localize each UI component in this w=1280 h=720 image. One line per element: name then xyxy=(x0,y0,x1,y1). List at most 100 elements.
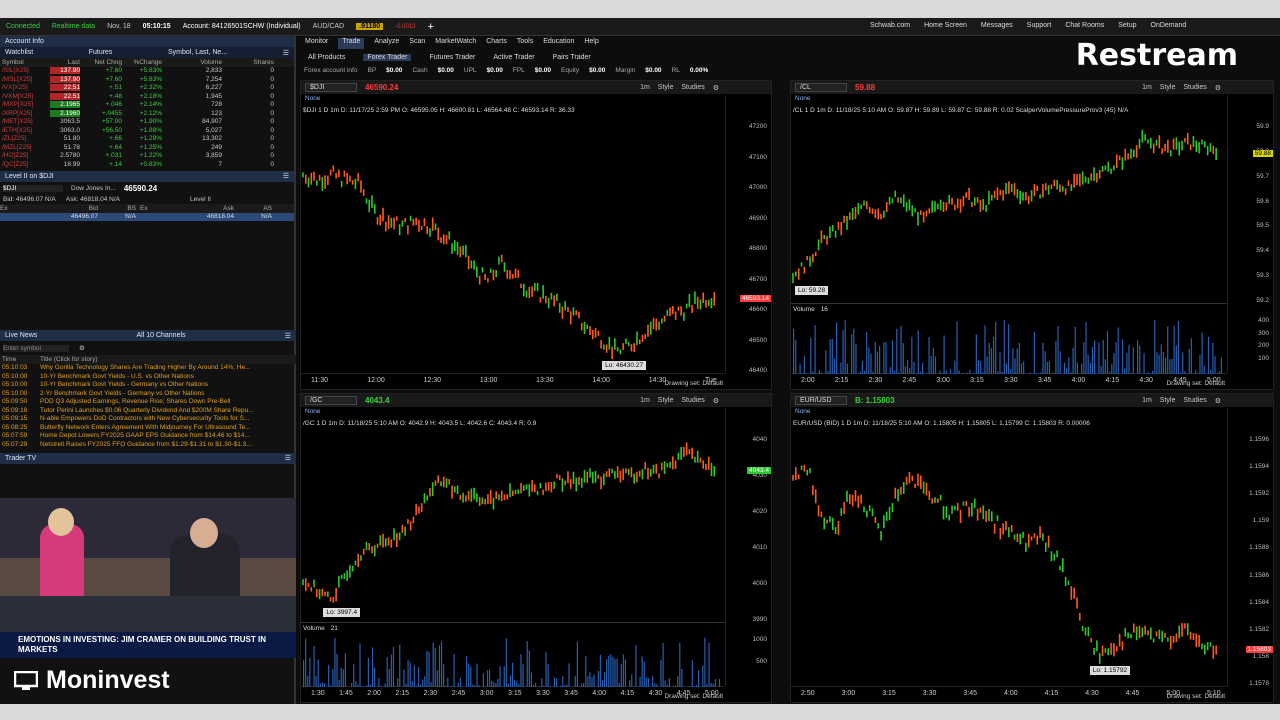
chart-symbol-input[interactable]: /CL xyxy=(795,83,847,92)
gear-icon[interactable]: ⚙ xyxy=(1215,84,1221,92)
watchlist-col-header[interactable]: Last xyxy=(50,59,80,66)
studies-button[interactable]: Studies xyxy=(1183,84,1206,91)
news-channels[interactable]: All 10 Channels xyxy=(136,332,185,339)
news-item[interactable]: 05:07:59 Home Depot Lowers FY2025 GAAP EP… xyxy=(0,432,296,441)
main-tab[interactable]: Analyze xyxy=(374,38,399,49)
watchlist-row[interactable]: /XRP[X25] 2.1960 +.0455 +2.12% 123 0 xyxy=(0,109,294,118)
interval-button[interactable]: 1m xyxy=(640,84,650,91)
sub-tab[interactable]: Active Trader xyxy=(493,54,534,61)
chart-cl[interactable]: /CL 59.88 1m Style Studies ⚙ None/CL 1 D 1m D:… xyxy=(790,80,1274,390)
trader-tv-header[interactable]: Trader TV ☰ xyxy=(0,452,296,464)
menu-icon[interactable]: ☰ xyxy=(283,49,289,57)
watchlist-col-header[interactable]: Net Chng xyxy=(80,59,122,66)
watchlist-row[interactable]: /VX[X25] 22.51 +.51 +2.32% 6,227 0 xyxy=(0,84,294,93)
watchlist-header[interactable]: Watchlist Futures Symbol, Last, Ne... ☰ xyxy=(0,47,294,58)
watchlist-filter[interactable]: Symbol, Last, Ne... xyxy=(168,49,227,56)
sub-tab[interactable]: Forex Trader xyxy=(363,53,412,61)
top-link[interactable]: Setup xyxy=(1118,22,1136,29)
top-link[interactable]: OnDemand xyxy=(1151,22,1187,29)
gear-icon[interactable]: ⚙ xyxy=(713,84,719,92)
main-tab[interactable]: Charts xyxy=(486,38,507,49)
watchlist-col-header[interactable]: Volume xyxy=(162,59,222,66)
main-tab[interactable]: MarketWatch xyxy=(435,38,476,49)
chart-dji[interactable]: $DJI 46590.24 1m Style Studies ⚙ None $DJI 1 D … xyxy=(300,80,772,390)
volume-panel[interactable]: Volume 21 xyxy=(301,622,725,687)
menu-icon[interactable]: ☰ xyxy=(283,172,289,180)
main-tab[interactable]: Scan xyxy=(409,38,425,49)
chart-symbol-input[interactable]: EUR/USD xyxy=(795,396,847,405)
style-button[interactable]: Style xyxy=(658,84,674,91)
time-axis[interactable]: 1:30 1:45 2:00 2:15 2:30 2:45 3:00 3:15 3:30 3:45… xyxy=(301,686,725,702)
watchlist-col-header[interactable]: %Change xyxy=(122,59,162,66)
watchlist-col-header[interactable]: Shares xyxy=(222,59,274,66)
watchlist-row[interactable]: /MXP[X25] 2.1965 +.046 +2.14% 728 0 xyxy=(0,101,294,110)
menu-icon[interactable]: ☰ xyxy=(285,332,291,340)
main-tab[interactable]: Tools xyxy=(517,38,533,49)
link-none[interactable]: None xyxy=(305,408,321,415)
price-axis[interactable]: 47200 47100 47000 46900 46800 46700 46600 46500… xyxy=(725,95,771,374)
style-button[interactable]: Style xyxy=(1160,397,1176,404)
menu-icon[interactable]: ☰ xyxy=(285,454,291,462)
news-item[interactable]: 05:10:00 10-Yr Benchmark Govt Yields - U.… xyxy=(0,372,296,381)
main-tab[interactable]: Monitor xyxy=(305,38,328,49)
news-symbol-input[interactable]: Enter symbol xyxy=(3,344,69,352)
account-label[interactable]: Account: 84126501SCHW (Individual) xyxy=(183,23,301,30)
price-plot[interactable] xyxy=(791,434,1227,686)
news-item[interactable]: 05:10:00 2-Yr Benchmark Govt Yields - Ger… xyxy=(0,389,296,398)
watchlist-list[interactable]: Futures xyxy=(89,49,113,56)
add-icon[interactable]: + xyxy=(428,21,434,33)
watchlist-row[interactable]: /SIL[X25] 137.90 +7.60 +5.83% 2,833 0 xyxy=(0,67,294,76)
watchlist-row[interactable]: /ZL[Z25] 51.80 +.66 +1.29% 13,302 0 xyxy=(0,135,294,144)
main-tab[interactable]: Education xyxy=(543,38,574,49)
watchlist-row[interactable]: /MSL[X25] 137.90 +7.60 +5.83% 7,254 0 xyxy=(0,75,294,84)
style-button[interactable]: Style xyxy=(658,397,674,404)
watchlist-row[interactable]: /QC[Z25] 16.99 +.14 +0.83% 7 0 xyxy=(0,160,294,169)
price-plot[interactable] xyxy=(301,121,725,373)
studies-button[interactable]: Studies xyxy=(681,84,704,91)
price-plot[interactable] xyxy=(301,434,725,622)
gear-icon[interactable]: ⚙ xyxy=(79,344,85,352)
news-item[interactable]: 05:10:03 Why Gorilla Technology Shares Ar… xyxy=(0,364,296,373)
pair-label[interactable]: AUD/CAD xyxy=(313,23,345,30)
style-button[interactable]: Style xyxy=(1160,84,1176,91)
news-item[interactable]: 05:08:25 Butterfly Network Enters Agreeme… xyxy=(0,423,296,432)
trader-tv-video[interactable]: EMOTIONS IN INVESTING: JIM CRAMER ON BUI… xyxy=(0,498,296,658)
interval-button[interactable]: 1m xyxy=(1142,84,1152,91)
top-link[interactable]: Messages xyxy=(981,22,1013,29)
news-item[interactable]: 05:09:15 N-able Empowers DoD Contractors … xyxy=(0,415,296,424)
watchlist-row[interactable]: /MZL[Z25] 51.78 +.64 +1.25% 249 0 xyxy=(0,143,294,152)
drawing-set[interactable]: Drawing set: Default xyxy=(664,693,723,700)
top-link[interactable]: Chat Rooms xyxy=(1065,22,1104,29)
level2-header[interactable]: Level II on $DJI ☰ xyxy=(0,170,294,182)
live-news-header[interactable]: Live News All 10 Channels ☰ xyxy=(0,330,296,341)
time-axis[interactable]: 11:30 12:00 12:30 13:00 13:30 14:00 14:30 Tue xyxy=(301,373,725,389)
link-none[interactable]: None xyxy=(305,95,321,102)
watchlist-row[interactable]: /ETH[X25] 3063.0 +56.50 +1.88% 5,027 0 xyxy=(0,126,294,135)
chart-gc[interactable]: /GC 4043.4 1m Style Studies ⚙ None/GC 1 D 1m D… xyxy=(300,393,772,703)
price-axis[interactable]: 1.1596 1.1594 1.1592 1.159 1.1588 1.1586 1.158… xyxy=(1227,408,1273,687)
time-axis[interactable]: 2:00 2:15 2:30 2:45 3:00 3:15 3:30 3:45 4:00 4:15… xyxy=(791,373,1227,389)
drawing-set[interactable]: Drawing set: Default xyxy=(1166,693,1225,700)
level2-row[interactable]: 46496.07 N/A 46818.04 N/A xyxy=(0,212,294,221)
studies-button[interactable]: Studies xyxy=(1183,397,1206,404)
watchlist-row[interactable]: /MET[X25] 3063.5 +57.00 +1.90% 84,907 0 xyxy=(0,118,294,127)
account-info-header[interactable]: Account Info xyxy=(0,36,294,47)
watchlist-col-header[interactable]: Symbol xyxy=(0,59,50,66)
watchlist-row[interactable]: /HO[Z25] 2.5780 +.031 +1.22% 3,859 0 xyxy=(0,152,294,161)
level2-symbol[interactable]: $DJI xyxy=(3,185,63,192)
top-link[interactable]: Support xyxy=(1027,22,1052,29)
link-none[interactable]: None xyxy=(795,95,811,102)
link-none[interactable]: None xyxy=(795,408,811,415)
top-link[interactable]: Schwab.com xyxy=(870,22,910,29)
gear-icon[interactable]: ⚙ xyxy=(1215,397,1221,405)
news-item[interactable]: 05:09:50 PDD Q3 Adjusted Earnings, Revenu… xyxy=(0,398,296,407)
interval-button[interactable]: 1m xyxy=(640,397,650,404)
sub-tab[interactable]: Pairs Trader xyxy=(553,54,591,61)
chart-symbol-input[interactable]: /GC xyxy=(305,396,357,405)
price-axis[interactable]: 4040 4030 4020 4010 4000 3990 xyxy=(725,408,771,686)
main-tab[interactable]: Trade xyxy=(338,38,365,49)
interval-button[interactable]: 1m xyxy=(1142,397,1152,404)
volume-panel[interactable]: Volume 16 xyxy=(791,303,1227,374)
chart-symbol-input[interactable]: $DJI xyxy=(305,83,357,92)
drawing-set[interactable]: Drawing set: Default xyxy=(664,380,723,387)
